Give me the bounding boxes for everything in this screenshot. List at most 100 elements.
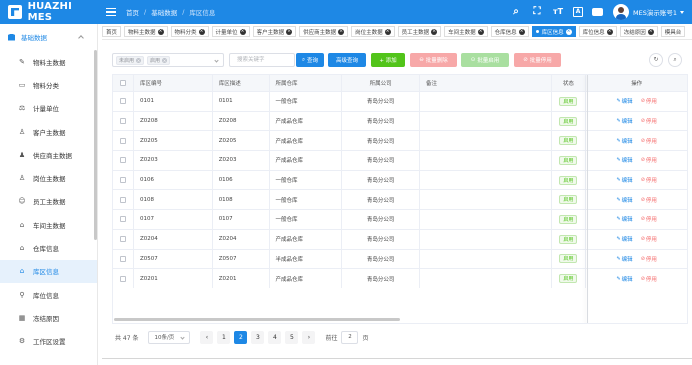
tab-10[interactable]: 库区信息 × — [531, 26, 576, 37]
row-checkbox[interactable] — [113, 92, 134, 111]
disable-button[interactable]: ⊘ 停用 — [641, 137, 657, 145]
header-remark[interactable]: 备注 — [420, 75, 552, 91]
edit-button[interactable]: ✎ 编辑 — [616, 255, 632, 263]
close-icon[interactable]: × — [518, 28, 525, 35]
page-size-select[interactable]: 10条/页 — [148, 330, 191, 344]
disable-button[interactable]: ⊘ 停用 — [641, 235, 657, 243]
tab-5[interactable]: 供应商主数据 × — [299, 26, 349, 37]
close-icon[interactable]: × — [198, 28, 205, 35]
sidebar-item-6[interactable]: ☺ 员工主数据 — [0, 190, 97, 213]
row-checkbox[interactable] — [113, 111, 134, 131]
row-checkbox[interactable] — [113, 170, 134, 190]
header-status[interactable]: 状态 — [552, 75, 587, 91]
close-icon[interactable]: × — [157, 28, 164, 35]
tab-6[interactable]: 岗位主数据 × — [351, 26, 395, 37]
sidebar-item-10[interactable]: ⚲ 库位信息 — [0, 283, 97, 306]
sidebar-item-8[interactable]: ⌂ 仓库信息 — [0, 236, 97, 259]
batch-disable-button[interactable]: ⊘ 批量停用 — [514, 53, 561, 67]
table-row[interactable]: Z0205 Z0205 产成品仓库 青岛分公司 启用 ✎ 编辑 ⊘ 停用 — [113, 130, 687, 151]
edit-button[interactable]: ✎ 编辑 — [616, 117, 632, 125]
table-row[interactable]: 0107 0107 一般仓库 青岛分公司 启用 ✎ 编辑 ⊘ 停用 — [113, 209, 687, 229]
avatar[interactable] — [613, 4, 630, 20]
edit-button[interactable]: ✎ 编辑 — [616, 97, 632, 105]
breadcrumb-home[interactable]: 首页 — [126, 7, 139, 17]
tab-12[interactable]: 冻结原因 × — [619, 26, 658, 37]
batch-enable-button[interactable]: ⊙ 批量启用 — [461, 53, 509, 67]
header-company[interactable]: 所属公司 — [342, 75, 420, 91]
close-icon[interactable]: × — [477, 28, 484, 35]
horizontal-scrollbar[interactable] — [114, 318, 400, 321]
disable-button[interactable]: ⊘ 停用 — [641, 215, 657, 223]
breadcrumb-basic-data[interactable]: 基础数据 — [151, 7, 177, 17]
advanced-query-button[interactable]: 高级查询 — [328, 53, 366, 67]
sidebar-item-2[interactable]: ⚖ 计量单位 — [0, 97, 97, 120]
sidebar-item-5[interactable]: ♙ 岗位主数据 — [0, 166, 97, 189]
message-icon[interactable] — [592, 8, 604, 16]
add-button[interactable]: + 添加 — [371, 53, 405, 67]
table-row[interactable]: Z0204 Z0204 产成品仓库 青岛分公司 启用 ✎ 编辑 ⊘ 停用 — [113, 228, 687, 249]
disable-button[interactable]: ⊘ 停用 — [641, 196, 657, 204]
row-checkbox[interactable] — [113, 269, 134, 288]
page-button-5[interactable]: 5 — [285, 330, 299, 344]
header-area-code[interactable]: 库区编号 — [134, 75, 213, 91]
tab-8[interactable]: 车间主数据 × — [444, 26, 488, 37]
disable-button[interactable]: ⊘ 停用 — [641, 97, 657, 105]
status-chip-enabled[interactable]: 启用 × — [147, 55, 171, 65]
close-icon[interactable]: × — [136, 57, 142, 63]
sidebar-item-4[interactable]: ♟ 供应商主数据 — [0, 143, 97, 166]
tab-1[interactable]: 物料主数据 × — [124, 26, 168, 37]
edit-button[interactable]: ✎ 编辑 — [616, 275, 632, 283]
status-filter-select[interactable]: 未启用 × 启用 × — [112, 53, 224, 67]
table-row[interactable]: 0108 0108 一般仓库 青岛分公司 启用 ✎ 编辑 ⊘ 停用 — [113, 189, 687, 210]
chevron-down-icon[interactable] — [680, 10, 684, 14]
table-row[interactable]: 0101 0101 一般仓库 青岛分公司 启用 ✎ 编辑 ⊘ 停用 — [113, 91, 687, 111]
table-row[interactable]: Z0208 Z0208 产成品仓库 青岛分公司 启用 ✎ 编辑 ⊘ 停用 — [113, 110, 687, 131]
disable-button[interactable]: ⊘ 停用 — [641, 275, 657, 283]
goto-page-input[interactable]: 2 — [341, 330, 359, 344]
fullscreen-icon[interactable]: ⛶ — [531, 6, 543, 18]
select-all-checkbox[interactable] — [113, 75, 134, 91]
app-logo[interactable]: HUAZHI MES — [0, 0, 98, 24]
tab-2[interactable]: 物料分类 × — [170, 26, 209, 37]
row-checkbox[interactable] — [113, 249, 134, 269]
sidebar-scrollbar[interactable] — [94, 50, 97, 240]
close-icon[interactable]: × — [286, 28, 293, 35]
sidebar-item-12[interactable]: ⚙ 工作区设置 — [0, 330, 97, 353]
close-icon[interactable]: × — [606, 28, 613, 35]
tab-11[interactable]: 库位信息 × — [578, 26, 617, 37]
edit-button[interactable]: ✎ 编辑 — [616, 196, 632, 204]
tab-0[interactable]: 首页 — [102, 26, 122, 37]
font-size-icon[interactable]: тT — [552, 6, 564, 18]
search-input[interactable]: 搜索关键字 — [229, 53, 295, 67]
table-row[interactable]: Z0507 Z0507 半成品仓库 青岛分公司 启用 ✎ 编辑 ⊘ 停用 — [113, 248, 687, 269]
edit-button[interactable]: ✎ 编辑 — [616, 235, 632, 243]
tab-4[interactable]: 客户主数据 × — [252, 26, 297, 37]
close-icon[interactable]: × — [431, 28, 438, 35]
table-row[interactable]: Z0201 Z0201 产成品仓库 青岛分公司 启用 ✎ 编辑 ⊘ 停用 — [113, 268, 687, 288]
tab-13[interactable]: 模具台 — [660, 26, 686, 37]
close-icon[interactable]: × — [565, 28, 572, 35]
sidebar-group-basic-data[interactable]: 基础数据 — [0, 24, 97, 50]
page-button-2[interactable]: 2 — [234, 330, 248, 344]
sidebar-item-9[interactable]: ⌂ 库区信息 — [0, 259, 97, 283]
user-name[interactable]: MES演示账号1 — [633, 7, 677, 17]
sidebar-item-1[interactable]: ▭ 物料分类 — [0, 73, 97, 96]
edit-button[interactable]: ✎ 编辑 — [616, 215, 632, 223]
row-checkbox[interactable] — [113, 229, 134, 249]
close-icon[interactable]: × — [384, 28, 391, 35]
disable-button[interactable]: ⊘ 停用 — [641, 117, 657, 125]
search-toggle-icon[interactable]: ⌕ — [668, 53, 682, 67]
next-page-button[interactable]: › — [302, 330, 316, 344]
search-icon[interactable]: ⌕ — [510, 6, 522, 18]
edit-button[interactable]: ✎ 编辑 — [616, 176, 632, 184]
query-button[interactable]: ⌕ 查询 — [296, 53, 324, 67]
menu-toggle-icon[interactable] — [106, 8, 116, 16]
disable-button[interactable]: ⊘ 停用 — [641, 176, 657, 184]
tab-7[interactable]: 员工主数据 × — [397, 26, 442, 37]
row-checkbox[interactable] — [113, 131, 134, 151]
refresh-icon[interactable]: ↻ — [649, 53, 663, 67]
row-checkbox[interactable] — [113, 190, 134, 210]
status-chip-disabled[interactable]: 未启用 × — [116, 55, 145, 65]
sidebar-item-3[interactable]: ♙ 客户主数据 — [0, 120, 97, 143]
close-icon[interactable]: × — [239, 28, 246, 35]
